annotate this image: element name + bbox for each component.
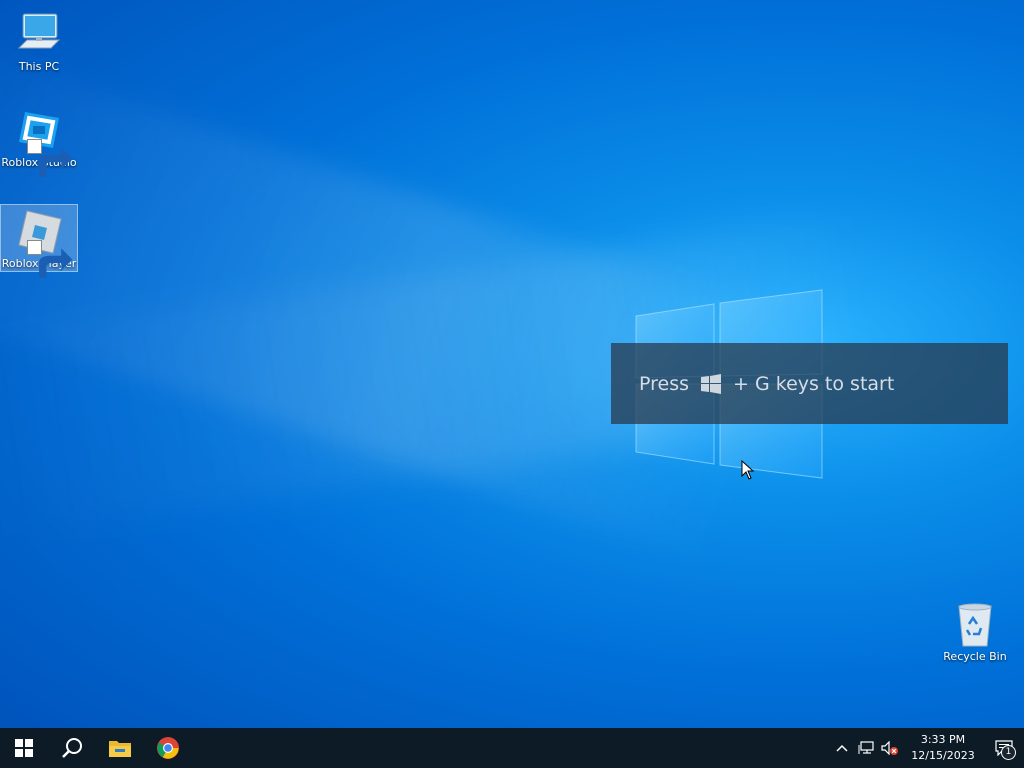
toast-suffix-text: + G keys to start: [733, 372, 895, 395]
game-bar-toast: Press + G keys to start: [611, 343, 1008, 424]
network-button[interactable]: [854, 728, 878, 768]
desktop-icon-roblox-player[interactable]: Roblox Player: [0, 204, 78, 278]
system-tray: 3:33 PM 12/15/2023 1: [830, 728, 1024, 768]
chevron-up-icon: [836, 744, 848, 752]
mouse-cursor-icon: [741, 459, 755, 480]
clock[interactable]: 3:33 PM 12/15/2023: [908, 732, 978, 764]
desktop-icon-recycle-bin[interactable]: Recycle Bin: [937, 600, 1013, 668]
desktop: This PC Roblox Studio Roblox Player Recy…: [0, 0, 1024, 728]
desktop-icon-roblox-studio[interactable]: Roblox Studio: [1, 106, 77, 177]
chrome-icon: [157, 737, 179, 759]
search-icon: [62, 738, 82, 758]
clock-date: 12/15/2023: [911, 749, 975, 762]
taskbar: 3:33 PM 12/15/2023 1: [0, 728, 1024, 768]
network-icon: [858, 741, 874, 754]
clock-time: 3:33 PM: [920, 733, 966, 746]
show-hidden-icons-button[interactable]: [830, 728, 854, 768]
notification-count-badge: 1: [1001, 745, 1016, 760]
file-explorer-icon: [109, 741, 131, 757]
volume-button[interactable]: [878, 728, 902, 768]
desktop-icon-this-pc[interactable]: This PC: [1, 10, 77, 74]
start-button[interactable]: [0, 728, 48, 768]
volume-muted-icon: [881, 741, 898, 755]
roblox-studio-icon: [15, 106, 73, 177]
action-center-button[interactable]: 1: [984, 728, 1024, 768]
light-beam-upper: [0, 40, 796, 566]
start-icon: [15, 739, 33, 757]
file-explorer-button[interactable]: [96, 728, 144, 768]
chrome-button[interactable]: [144, 728, 192, 768]
recycle-bin-icon: [951, 600, 999, 648]
shortcut-arrow-icon: [27, 240, 73, 278]
windows-key-icon: [701, 373, 722, 394]
search-button[interactable]: [48, 728, 96, 768]
desktop-icon-label: Recycle Bin: [943, 650, 1007, 663]
desktop-icon-label: This PC: [18, 60, 60, 73]
shortcut-arrow-icon: [27, 139, 73, 177]
toast-prefix-text: Press: [639, 372, 690, 395]
roblox-player-icon: [15, 207, 73, 278]
this-pc-icon: [15, 10, 63, 58]
